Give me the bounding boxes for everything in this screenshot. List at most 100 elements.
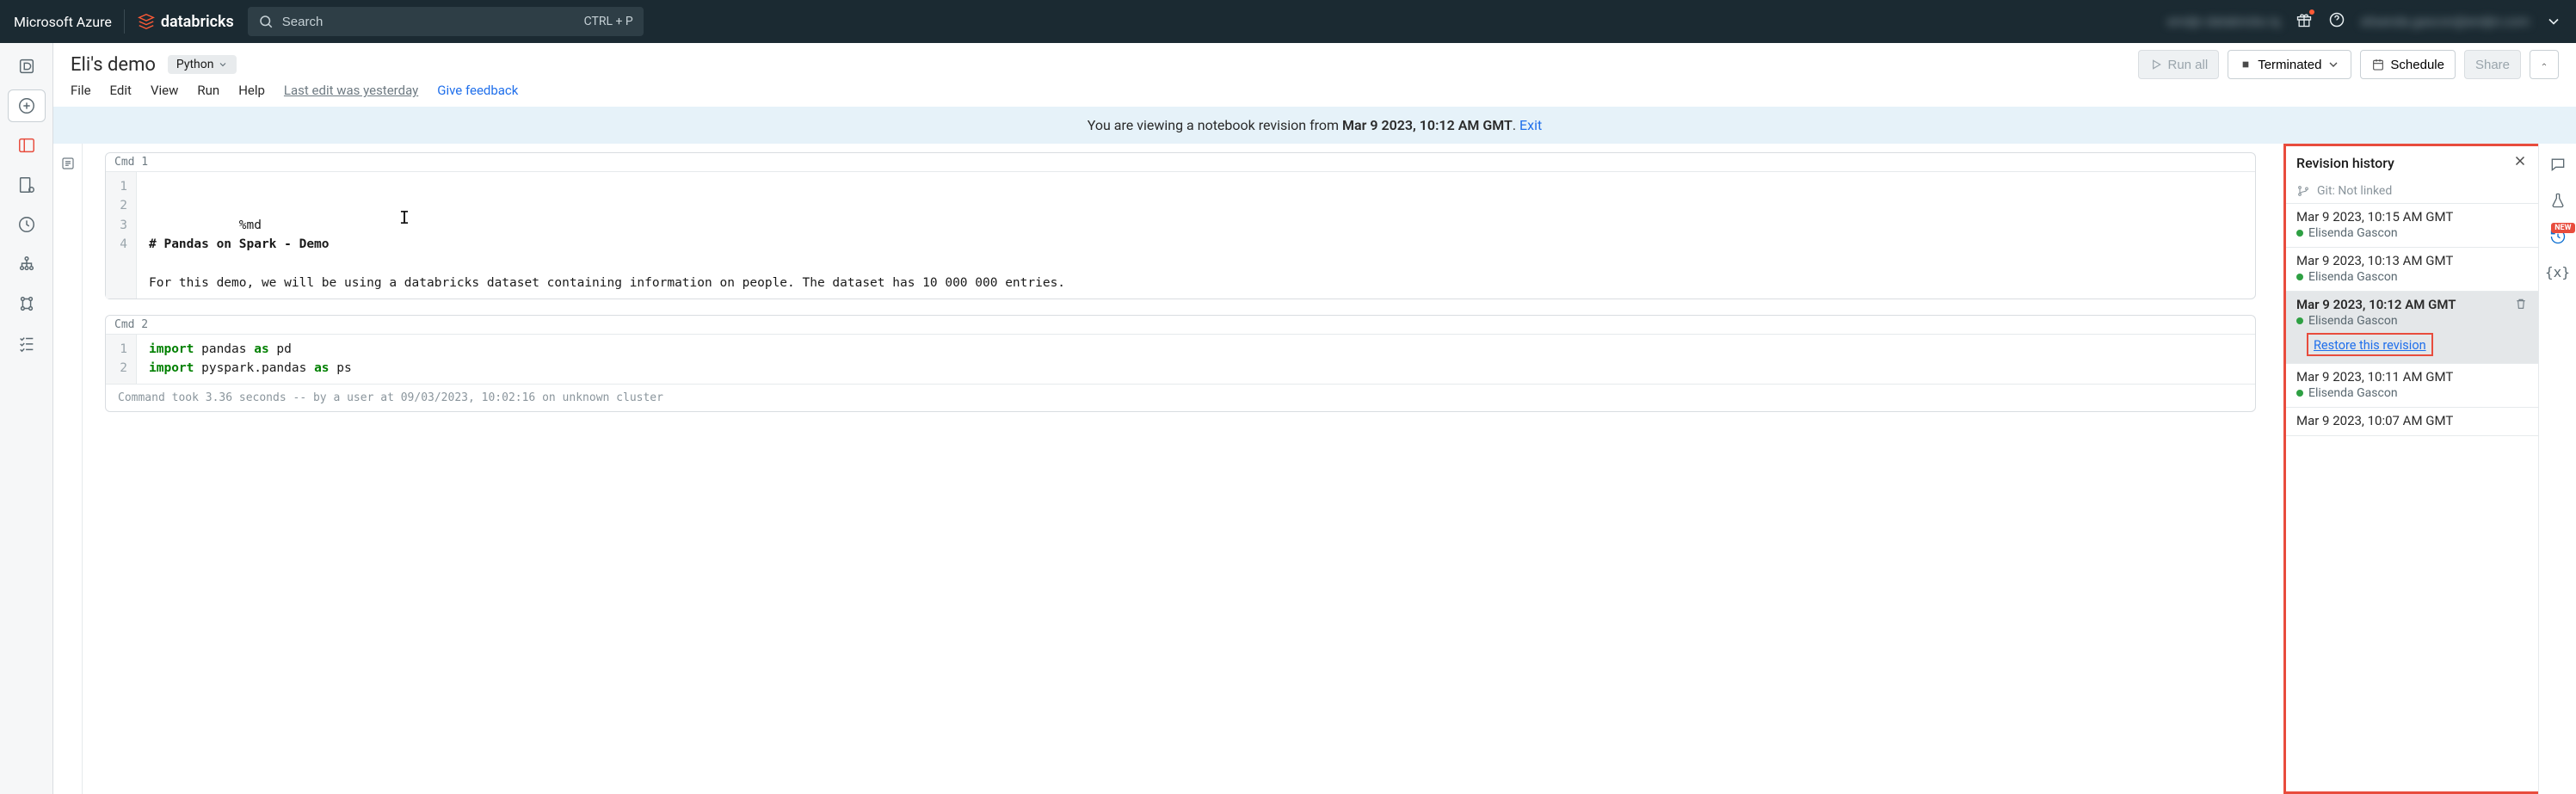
revision-list: Mar 9 2023, 10:15 AM GMTElisenda GasconM… [2286, 204, 2538, 791]
trash-icon [2514, 297, 2528, 311]
status-dot-icon [2296, 274, 2303, 280]
global-search[interactable]: CTRL + P [248, 7, 644, 36]
help-button[interactable] [2328, 11, 2345, 32]
rail-recents[interactable] [8, 208, 46, 241]
give-feedback-link[interactable]: Give feedback [437, 83, 518, 98]
revision-time: Mar 9 2023, 10:13 AM GMT [2296, 253, 2528, 268]
schedule-button[interactable]: Schedule [2360, 50, 2456, 79]
revision-author: Elisenda Gascon [2296, 226, 2528, 240]
cell-label: Cmd 1 [106, 153, 2255, 171]
experiments-button[interactable] [2549, 192, 2567, 212]
rail-compute[interactable] [8, 327, 46, 360]
git-status-row[interactable]: Git: Not linked [2286, 179, 2538, 204]
rail-data[interactable] [8, 248, 46, 280]
code-editor[interactable]: I %md # Pandas on Spark - Demo For this … [137, 171, 2255, 299]
topbar: Microsoft Azure databricks CTRL + P emdj… [0, 0, 2576, 43]
rail-workspace[interactable] [8, 129, 46, 162]
notebook-cell[interactable]: Cmd 1 1234 I %md # Pandas on Spark - Dem… [105, 152, 2256, 299]
delete-revision-button[interactable] [2514, 297, 2528, 314]
brand-group: Microsoft Azure databricks [14, 9, 234, 34]
cluster-selector[interactable]: Terminated [2228, 50, 2351, 79]
revision-history-panel: Revision history Git: Not linked Mar 9 2… [2283, 144, 2538, 794]
new-badge: NEW [2551, 223, 2574, 233]
plus-icon [17, 96, 36, 115]
chevron-down-icon [2326, 58, 2340, 71]
search-input[interactable] [282, 15, 576, 29]
menu-run[interactable]: Run [197, 83, 219, 98]
workspace-name[interactable]: emdjn databricks iq [2167, 14, 2280, 29]
editor-gutter [53, 144, 83, 794]
menu-edit[interactable]: Edit [110, 83, 132, 98]
cell-execution-info: Command took 3.36 seconds -- by a user a… [106, 384, 2255, 411]
exit-revision-link[interactable]: Exit [1519, 117, 1542, 133]
revision-author: Elisenda Gascon [2296, 270, 2528, 284]
comments-button[interactable] [2549, 156, 2567, 176]
revision-item[interactable]: Mar 9 2023, 10:15 AM GMTElisenda Gascon [2286, 204, 2538, 248]
comment-icon [2549, 156, 2567, 173]
revision-history-button[interactable]: NEW [2549, 228, 2567, 249]
collapse-panel-button[interactable] [2530, 50, 2559, 79]
repos-icon [17, 175, 36, 194]
rail-home[interactable] [8, 50, 46, 83]
chevron-down-icon[interactable] [2545, 13, 2562, 30]
restore-revision-link[interactable]: Restore this revision [2314, 338, 2426, 353]
revision-item[interactable]: Mar 9 2023, 10:07 AM GMT [2286, 408, 2538, 436]
workflows-icon [17, 294, 36, 313]
header-actions: Run all Terminated Schedule Share [2138, 50, 2560, 79]
chevron-down-icon [218, 59, 228, 70]
revision-timestamp: Mar 9 2023, 10:12 AM GMT [1342, 117, 1513, 133]
braces-icon: {x} [2545, 264, 2570, 280]
play-icon [2149, 58, 2163, 71]
data-tree-icon [17, 255, 36, 274]
sidebar-icon [17, 136, 36, 155]
close-icon [2512, 153, 2528, 169]
cells-container: Cmd 1 1234 I %md # Pandas on Spark - Dem… [83, 144, 2283, 794]
language-selector[interactable]: Python [168, 55, 237, 74]
clock-icon [17, 215, 36, 234]
help-icon [2328, 11, 2345, 28]
right-rail: NEW {x} [2538, 144, 2576, 794]
revision-banner: You are viewing a notebook revision from… [53, 107, 2576, 144]
menu-view[interactable]: View [151, 83, 178, 98]
flask-icon [2549, 192, 2567, 209]
menu-file[interactable]: File [71, 83, 91, 98]
toc-icon [60, 156, 76, 171]
user-menu[interactable]: elisenda.gascon@endjin.com [2361, 14, 2530, 29]
revision-item[interactable]: Mar 9 2023, 10:11 AM GMTElisenda Gascon [2286, 364, 2538, 408]
revision-panel-title: Revision history [2296, 155, 2394, 171]
variables-button[interactable]: {x} [2545, 264, 2570, 280]
content-column: Eli's demo Python Run all Terminated [53, 43, 2576, 794]
revision-time: Mar 9 2023, 10:15 AM GMT [2296, 209, 2528, 225]
search-shortcut-hint: CTRL + P [584, 15, 633, 28]
revision-item[interactable]: Mar 9 2023, 10:12 AM GMTElisenda GasconR… [2286, 292, 2538, 364]
rail-workflows[interactable] [8, 287, 46, 320]
menu-help[interactable]: Help [238, 83, 265, 98]
revision-author: Elisenda Gascon [2296, 386, 2528, 400]
brand-databricks[interactable]: databricks [137, 12, 234, 31]
whats-new-button[interactable] [2296, 11, 2313, 32]
run-all-button[interactable]: Run all [2138, 50, 2220, 79]
revision-item[interactable]: Mar 9 2023, 10:13 AM GMT Elisenda Gascon [2286, 248, 2538, 292]
rail-repos[interactable] [8, 169, 46, 201]
brand-divider [124, 9, 125, 34]
close-panel-button[interactable] [2512, 153, 2528, 172]
toc-button[interactable] [60, 156, 76, 794]
square-stop-icon [2239, 58, 2252, 71]
notebook-cell[interactable]: Cmd 2 12 import pandas as pd import pysp… [105, 315, 2256, 412]
notebook-title[interactable]: Eli's demo [71, 54, 156, 76]
line-numbers: 12 [106, 334, 137, 384]
chevron-up-icon [2541, 58, 2548, 71]
rail-new[interactable] [8, 89, 46, 122]
last-edit-link[interactable]: Last edit was yesterday [284, 83, 418, 98]
cell-label: Cmd 2 [106, 316, 2255, 334]
code-editor[interactable]: import pandas as pd import pyspark.panda… [137, 334, 2255, 384]
revision-time: Mar 9 2023, 10:07 AM GMT [2296, 413, 2528, 428]
left-rail [0, 43, 53, 794]
share-button[interactable]: Share [2464, 50, 2521, 79]
d-letter-icon [17, 57, 36, 76]
git-branch-icon [2296, 184, 2310, 198]
revision-author: Elisenda Gascon [2296, 314, 2528, 328]
status-dot-icon [2296, 390, 2303, 397]
notebook-menu: File Edit View Run Help Last edit was ye… [53, 79, 2576, 107]
topbar-right: emdjn databricks iq elisenda.gascon@endj… [2167, 11, 2562, 32]
